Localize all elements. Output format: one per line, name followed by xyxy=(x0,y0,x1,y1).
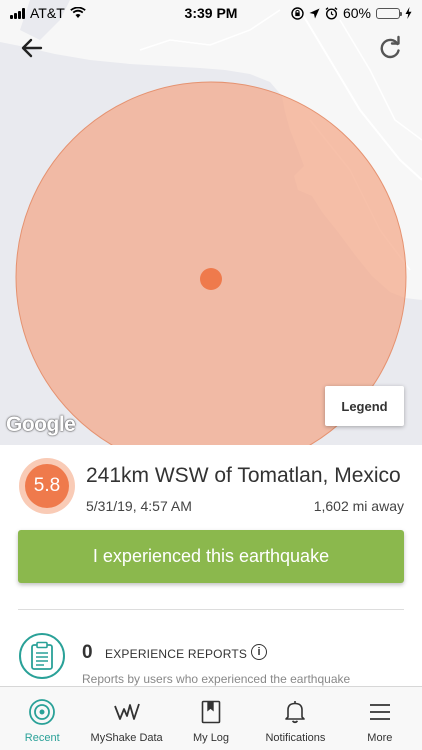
earthquake-datetime: 5/31/19, 4:57 AM xyxy=(86,498,192,514)
carrier-name: AT&T xyxy=(30,5,65,21)
refresh-icon[interactable] xyxy=(376,34,404,62)
tab-more[interactable]: More xyxy=(338,687,422,750)
info-icon[interactable]: i xyxy=(251,644,267,660)
status-bar: AT&T 3:39 PM 60% xyxy=(0,0,422,26)
tab-recent[interactable]: Recent xyxy=(0,687,84,750)
earthquake-distance: 1,602 mi away xyxy=(313,498,404,514)
back-arrow-icon[interactable] xyxy=(18,34,48,62)
alarm-icon xyxy=(325,6,338,20)
experience-reports-label: EXPERIENCE REPORTS xyxy=(105,647,248,661)
experienced-earthquake-button[interactable]: I experienced this earthquake xyxy=(18,530,404,583)
tab-label: More xyxy=(367,732,393,744)
bell-icon xyxy=(285,701,306,724)
earthquake-location: 241km WSW of Tomatlan, Mexico xyxy=(86,464,401,487)
myshake-data-icon xyxy=(113,703,140,720)
orientation-lock-icon xyxy=(291,6,304,20)
charging-icon xyxy=(405,7,412,19)
tab-label: MyShake Data xyxy=(90,732,163,744)
section-divider xyxy=(18,609,404,610)
tab-notifications[interactable]: Notifications xyxy=(253,687,337,750)
tab-myshake-data[interactable]: MyShake Data xyxy=(84,687,168,750)
magnitude-value: 5.8 xyxy=(25,464,69,508)
battery-icon xyxy=(376,7,402,19)
epicenter-marker[interactable] xyxy=(200,268,222,290)
location-icon xyxy=(309,8,320,18)
wifi-icon xyxy=(70,7,86,18)
earthquake-details-panel: 5.8 241km WSW of Tomatlan, Mexico 5/31/1… xyxy=(0,445,422,686)
experience-report-count: 0 xyxy=(82,642,93,663)
clipboard-icon xyxy=(19,633,65,679)
google-attribution-logo: Google xyxy=(6,413,76,436)
tab-bar: Recent MyShake Data My Log Notifications xyxy=(0,686,422,750)
recent-icon xyxy=(29,699,56,725)
tab-my-log[interactable]: My Log xyxy=(169,687,253,750)
battery-percent: 60% xyxy=(342,5,371,21)
magnitude-badge: 5.8 xyxy=(19,458,75,514)
tab-label: Recent xyxy=(24,732,60,744)
earthquake-map[interactable] xyxy=(0,0,422,445)
map-canvas xyxy=(0,0,422,445)
tab-label: My Log xyxy=(192,732,230,744)
signal-icon xyxy=(10,7,25,19)
menu-icon xyxy=(369,704,390,720)
log-icon xyxy=(201,700,221,724)
legend-button[interactable]: Legend xyxy=(325,386,404,426)
tab-label: Notifications xyxy=(265,732,326,744)
experience-reports-description: Reports by users who experienced the ear… xyxy=(82,672,351,686)
